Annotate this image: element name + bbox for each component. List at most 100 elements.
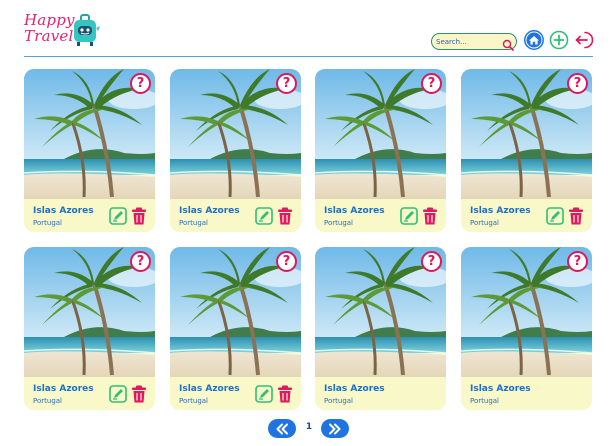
logout-icon <box>574 30 594 54</box>
question-icon: ? <box>136 76 145 91</box>
question-icon: ? <box>427 254 436 269</box>
double-chevron-right-icon <box>329 423 341 434</box>
edit-icon <box>109 385 127 403</box>
plus-circle-icon <box>549 30 569 54</box>
destination-card[interactable]: ? Islas Azores Portugal <box>315 247 446 410</box>
help-badge[interactable]: ? <box>421 251 442 272</box>
delete-button[interactable] <box>131 385 147 403</box>
destination-country: Portugal <box>324 219 353 227</box>
destination-name: Islas Azores <box>470 206 531 216</box>
destination-photo[interactable]: ? <box>461 247 592 377</box>
home-button[interactable] <box>523 30 545 54</box>
app-logo[interactable]: Happy Travel <box>24 12 104 54</box>
logout-button[interactable] <box>573 31 595 53</box>
edit-icon <box>255 207 273 225</box>
header: Happy Travel <box>0 0 613 58</box>
help-badge[interactable]: ? <box>567 73 588 94</box>
double-chevron-left-icon <box>276 423 288 434</box>
card-info: Islas Azores Portugal <box>170 199 301 232</box>
help-badge[interactable]: ? <box>276 251 297 272</box>
trash-icon <box>278 385 292 403</box>
suitcase-icon <box>72 14 100 52</box>
delete-button[interactable] <box>422 207 438 225</box>
destination-card[interactable]: ? Islas Azores Portugal <box>24 69 155 232</box>
add-destination-button[interactable] <box>548 30 570 54</box>
destination-photo[interactable]: ? <box>170 69 301 199</box>
edit-icon <box>255 385 273 403</box>
previous-page-button[interactable] <box>268 419 296 438</box>
question-icon: ? <box>282 76 291 91</box>
question-icon: ? <box>136 254 145 269</box>
destination-photo[interactable]: ? <box>315 69 446 199</box>
destination-name: Islas Azores <box>33 384 94 394</box>
help-badge[interactable]: ? <box>276 73 297 94</box>
destination-country: Portugal <box>470 397 499 405</box>
card-info: Islas Azores Portugal <box>461 199 592 232</box>
question-icon: ? <box>282 254 291 269</box>
edit-icon <box>546 207 564 225</box>
destination-country: Portugal <box>33 219 62 227</box>
destination-country: Portugal <box>470 219 499 227</box>
destination-photo[interactable]: ? <box>170 247 301 377</box>
question-icon: ? <box>427 76 436 91</box>
destination-name: Islas Azores <box>324 384 385 394</box>
destination-name: Islas Azores <box>33 206 94 216</box>
edit-button[interactable] <box>546 207 564 225</box>
delete-button[interactable] <box>277 207 293 225</box>
card-info: Islas Azores Portugal <box>315 199 446 232</box>
destination-card[interactable]: ? Islas Azores Portugal <box>461 69 592 232</box>
help-badge[interactable]: ? <box>421 73 442 94</box>
destination-country: Portugal <box>324 397 353 405</box>
question-icon: ? <box>573 76 582 91</box>
destination-name: Islas Azores <box>470 384 531 394</box>
question-icon: ? <box>573 254 582 269</box>
trash-icon <box>423 207 437 225</box>
current-page-number: 1 <box>305 422 313 432</box>
edit-button[interactable] <box>109 385 127 403</box>
card-info: Islas Azores Portugal <box>315 377 446 410</box>
trash-icon <box>278 207 292 225</box>
edit-icon <box>109 207 127 225</box>
trash-icon <box>569 207 583 225</box>
destination-country: Portugal <box>179 219 208 227</box>
help-badge[interactable]: ? <box>130 73 151 94</box>
card-info: Islas Azores Portugal <box>170 377 301 410</box>
destination-card[interactable]: ? Islas Azores Portugal <box>170 69 301 232</box>
logo-text: Happy Travel <box>24 11 75 45</box>
help-badge[interactable]: ? <box>130 251 151 272</box>
search-icon[interactable] <box>502 36 514 55</box>
destination-photo[interactable]: ? <box>461 69 592 199</box>
destination-photo[interactable]: ? <box>315 247 446 377</box>
header-divider <box>24 56 593 57</box>
logo-line-2: Travel <box>24 27 74 45</box>
search-input[interactable] <box>436 35 500 48</box>
edit-button[interactable] <box>400 207 418 225</box>
edit-icon <box>400 207 418 225</box>
trash-icon <box>132 207 146 225</box>
destination-name: Islas Azores <box>179 206 240 216</box>
logo-line-1: Happy <box>24 11 75 29</box>
destination-card[interactable]: ? Islas Azores Portugal <box>461 247 592 410</box>
destination-country: Portugal <box>33 397 62 405</box>
edit-button[interactable] <box>255 207 273 225</box>
search-box[interactable] <box>431 33 517 51</box>
destination-country: Portugal <box>179 397 208 405</box>
destination-card[interactable]: ? Islas Azores Portugal <box>170 247 301 410</box>
edit-button[interactable] <box>255 385 273 403</box>
destination-photo[interactable]: ? <box>24 69 155 199</box>
edit-button[interactable] <box>109 207 127 225</box>
delete-button[interactable] <box>568 207 584 225</box>
delete-button[interactable] <box>277 385 293 403</box>
trash-icon <box>132 385 146 403</box>
destination-name: Islas Azores <box>324 206 385 216</box>
destination-card[interactable]: ? Islas Azores Portugal <box>24 247 155 410</box>
next-page-button[interactable] <box>321 419 349 438</box>
home-icon <box>524 30 544 54</box>
card-info: Islas Azores Portugal <box>24 199 155 232</box>
help-badge[interactable]: ? <box>567 251 588 272</box>
card-info: Islas Azores Portugal <box>24 377 155 410</box>
destination-photo[interactable]: ? <box>24 247 155 377</box>
card-info: Islas Azores Portugal <box>461 377 592 410</box>
destination-card[interactable]: ? Islas Azores Portugal <box>315 69 446 232</box>
delete-button[interactable] <box>131 207 147 225</box>
